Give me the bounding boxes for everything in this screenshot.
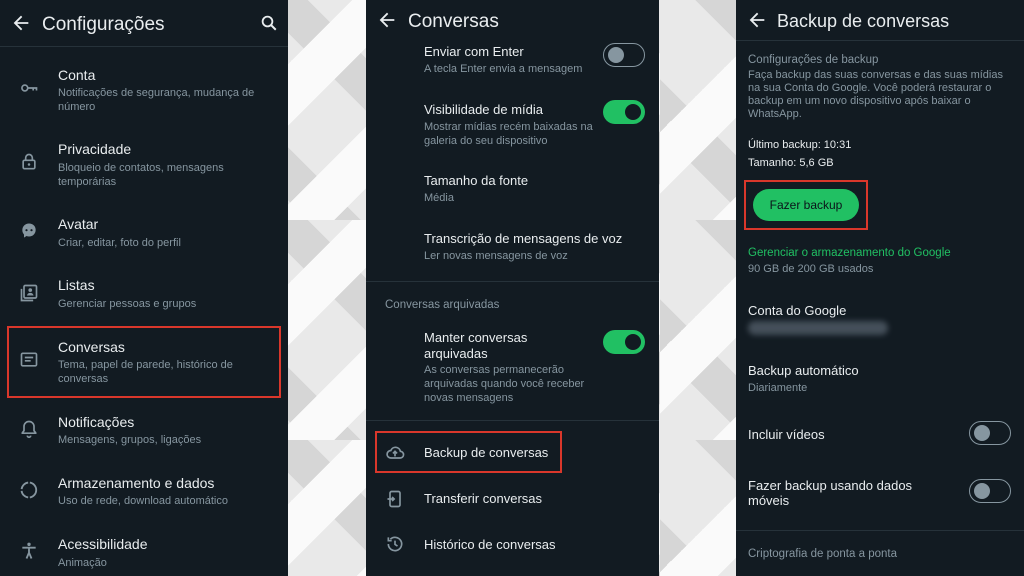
settings-item-subtitle: Bloqueio de contatos, mensagens temporár… (58, 162, 224, 188)
section-header: Configurações de backup (748, 54, 879, 66)
settings-item-subtitle: Criar, editar, foto do perfil (58, 237, 181, 249)
lock-icon (22, 153, 36, 170)
backup-description: Faça backup das suas conversas e das sua… (748, 69, 1003, 120)
highlight-box (7, 326, 281, 398)
row-title: Enviar com Enter (424, 44, 524, 59)
row-title: Fazer backup usando dados móveis (748, 478, 913, 508)
settings-item-title: Acessibilidade (58, 536, 148, 552)
toggle-knob (974, 483, 990, 499)
blurred-account-email (748, 321, 888, 335)
row-subtitle: Mostrar mídias recém baixadas na galeria… (424, 121, 593, 147)
settings-item-subtitle: Animação (58, 557, 107, 569)
back-arrow-icon[interactable] (10, 12, 32, 34)
row-title: Backup automático (748, 363, 859, 378)
settings-item-subtitle: Mensagens, grupos, ligações (58, 434, 202, 446)
toggle-knob (974, 425, 990, 441)
row-title: Histórico de conversas (424, 537, 556, 552)
keep-archived-toggle[interactable] (603, 330, 645, 354)
row-subtitle: Ler novas mensagens de voz (424, 250, 568, 262)
app-bar: Configurações (0, 0, 288, 46)
highlight-box (375, 431, 562, 473)
row-title: Tamanho da fonte (424, 173, 529, 188)
manage-google-storage-link[interactable]: Gerenciar o armazenamento do Google (748, 247, 951, 259)
highlight-box (744, 180, 868, 230)
media-visibility-toggle[interactable] (603, 100, 645, 124)
settings-item-title: Notificações (58, 414, 135, 430)
row-title: Conta do Google (748, 303, 847, 318)
app-bar: Backup de conversas (736, 0, 1024, 40)
phone-transfer-icon (387, 490, 401, 508)
settings-item-title: Listas (58, 277, 95, 293)
divider (366, 281, 659, 282)
page-title: Backup de conversas (777, 11, 950, 31)
row-title: Transcrição de mensagens de voz (424, 231, 623, 246)
avatar-icon (22, 223, 36, 238)
search-icon[interactable] (260, 14, 278, 32)
settings-item-subtitle: Notificações de segurança, mudança de nú… (58, 87, 255, 113)
divider (736, 530, 1024, 531)
settings-item-title: Avatar (58, 216, 99, 232)
row-title: Incluir vídeos (748, 427, 825, 442)
row-subtitle: Diariamente (748, 382, 808, 394)
bell-icon (21, 420, 37, 439)
page-title: Conversas (408, 11, 499, 32)
settings-screen: Configurações Conta Notificações de segu… (0, 0, 288, 576)
settings-item-subtitle: Uso de rede, download automático (58, 495, 228, 507)
row-title: Visibilidade de mídia (424, 102, 543, 117)
key-icon (21, 84, 38, 92)
storage-usage: 90 GB de 200 GB usados (748, 263, 874, 275)
row-title: Transferir conversas (424, 491, 542, 506)
enter-is-send-toggle[interactable] (603, 43, 645, 67)
row-title: Manter conversas arquivadas (424, 330, 528, 361)
settings-item-title: Conta (58, 67, 96, 83)
toggle-knob (625, 334, 641, 350)
history-icon (387, 536, 403, 552)
row-subtitle: As conversas permanecerão arquivadas qua… (424, 364, 585, 404)
data-usage-icon (20, 481, 38, 499)
toggle-knob (608, 47, 624, 63)
back-arrow-icon[interactable] (376, 9, 398, 31)
row-subtitle: A tecla Enter envia a mensagem (424, 63, 583, 75)
mobile-data-toggle[interactable] (969, 479, 1011, 503)
contact-list-icon (20, 284, 38, 302)
toggle-knob (625, 104, 641, 120)
include-videos-toggle[interactable] (969, 421, 1011, 445)
accessibility-icon (22, 542, 36, 559)
settings-item-title: Armazenamento e dados (58, 475, 215, 491)
divider (0, 46, 288, 47)
settings-item-title: Privacidade (58, 141, 132, 157)
chats-settings-screen: Conversas Enviar com Enter A tecla Enter… (366, 0, 659, 576)
divider (366, 420, 659, 421)
last-backup-time: Último backup: 10:31 (748, 139, 852, 151)
app-bar: Conversas (366, 0, 659, 40)
page-title: Configurações (42, 14, 165, 35)
section-header: Criptografia de ponta a ponta (748, 548, 897, 560)
back-arrow-icon[interactable] (746, 9, 768, 31)
divider (736, 40, 1024, 41)
backup-size: Tamanho: 5,6 GB (748, 157, 834, 169)
settings-item-subtitle: Gerenciar pessoas e grupos (58, 298, 197, 310)
section-header: Conversas arquivadas (385, 299, 500, 311)
chat-backup-screen: Backup de conversas Configurações de bac… (736, 0, 1024, 576)
row-subtitle: Média (424, 192, 454, 204)
